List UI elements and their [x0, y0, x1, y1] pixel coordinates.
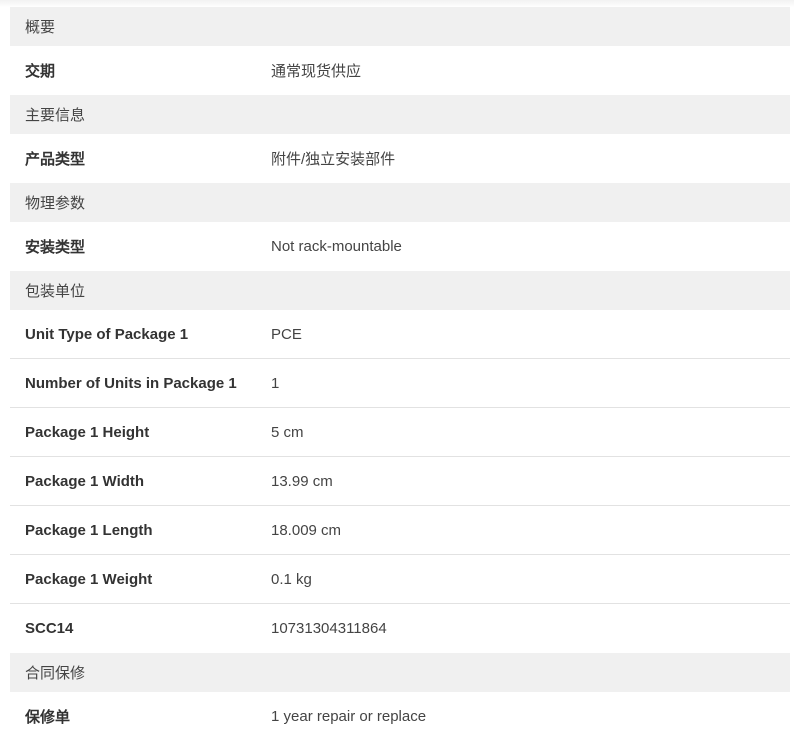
spec-label: Package 1 Width — [25, 472, 145, 490]
spec-value: 附件/独立安装部件 — [271, 151, 396, 168]
spec-label: Package 1 Weight — [25, 570, 153, 588]
spec-value: PCE — [271, 325, 302, 343]
spec-label: Package 1 Height — [25, 423, 150, 441]
spec-label: 产品类型 — [25, 151, 86, 168]
spec-label: SCC14 — [25, 620, 74, 637]
section-header-overview: 概要 — [10, 7, 790, 46]
spec-label: Unit Type of Package 1 — [25, 325, 189, 343]
spec-row-package-weight: Package 1 Weight 0.1 kg — [10, 555, 790, 604]
spec-row-lead-time: 交期 通常现货供应 — [10, 46, 790, 95]
spec-row-unit-type: Unit Type of Package 1 PCE — [10, 310, 790, 359]
spec-value: 0.1 kg — [271, 570, 312, 588]
spec-row-mount-type: 安装类型 Not rack-mountable — [10, 222, 790, 271]
spec-label: 交期 — [25, 63, 56, 80]
spec-value: 5 cm — [271, 423, 304, 441]
top-shadow-strip — [0, 0, 794, 7]
spec-row-package-length: Package 1 Length 18.009 cm — [10, 506, 790, 555]
section-header-packaging: 包装单位 — [10, 271, 790, 310]
spec-value: 1 year repair or replace — [271, 708, 427, 725]
spec-label: 保修单 — [25, 709, 71, 726]
spec-row-units-count: Number of Units in Package 1 1 — [10, 359, 790, 408]
spec-table: 概要 交期 通常现货供应 主要信息 产品类型 附件/独立安装部件 物理参数 安装… — [10, 7, 790, 741]
section-header-warranty: 合同保修 — [10, 653, 790, 692]
spec-row-package-width: Package 1 Width 13.99 cm — [10, 457, 790, 506]
spec-label: Package 1 Length — [25, 521, 153, 539]
section-header-main-info: 主要信息 — [10, 95, 790, 134]
spec-value: 1 — [271, 374, 280, 392]
spec-row-product-type: 产品类型 附件/独立安装部件 — [10, 134, 790, 183]
spec-value: 13.99 cm — [271, 472, 333, 490]
spec-row-warranty: 保修单 1 year repair or replace — [10, 692, 790, 741]
spec-label: 安装类型 — [25, 239, 86, 256]
spec-value: Not rack-mountable — [271, 238, 402, 255]
spec-row-package-height: Package 1 Height 5 cm — [10, 408, 790, 457]
spec-value: 10731304311864 — [271, 620, 387, 637]
spec-value: 18.009 cm — [271, 521, 342, 539]
spec-value: 通常现货供应 — [271, 63, 362, 80]
spec-label: Number of Units in Package 1 — [25, 374, 237, 392]
spec-row-scc14: SCC14 10731304311864 — [10, 604, 790, 653]
section-header-physical: 物理参数 — [10, 183, 790, 222]
